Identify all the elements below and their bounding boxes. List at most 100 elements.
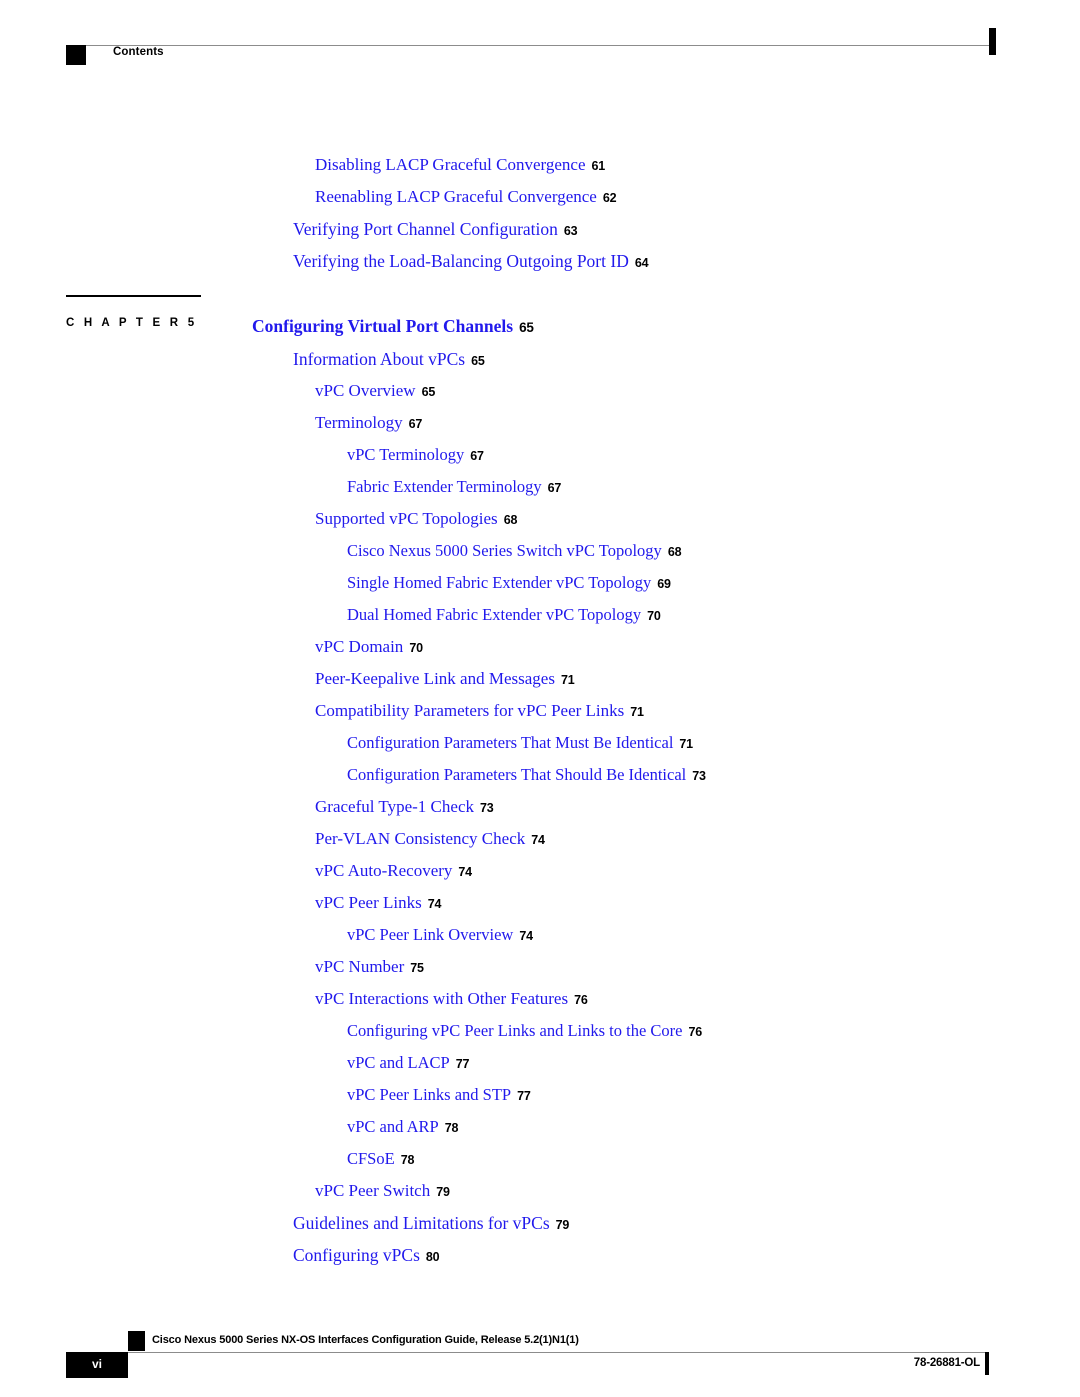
toc-entry[interactable]: Single Homed Fabric Extender vPC Topolog…	[347, 573, 671, 593]
toc-entry[interactable]: vPC Interactions with Other Features 76	[315, 989, 588, 1009]
toc-entry[interactable]: Peer-Keepalive Link and Messages 71	[315, 669, 575, 689]
chapter-rule	[66, 295, 201, 297]
toc-entry-page-number: 76	[574, 993, 588, 1007]
toc-entry[interactable]: Configuring vPCs 80	[293, 1245, 440, 1266]
toc-chapter-entry[interactable]: Configuring Virtual Port Channels 65	[252, 316, 534, 337]
toc-entry[interactable]: Fabric Extender Terminology 67	[347, 477, 561, 497]
toc-entry[interactable]: vPC Domain 70	[315, 637, 423, 657]
toc-entry-page-number: 65	[519, 320, 534, 335]
toc-entry-page-number: 80	[425, 1250, 440, 1264]
toc-entry-page-number: 74	[531, 833, 545, 847]
toc-entry-title[interactable]: Configuring vPCs	[293, 1245, 420, 1265]
toc-entry[interactable]: vPC Number 75	[315, 957, 424, 977]
toc-entry-title[interactable]: Cisco Nexus 5000 Series Switch vPC Topol…	[347, 541, 662, 560]
toc-entry-title[interactable]: vPC Domain	[315, 637, 403, 656]
toc-entry-page-number: 68	[667, 545, 682, 559]
toc-entry-page-number: 71	[630, 705, 644, 719]
toc-entry[interactable]: Verifying the Load-Balancing Outgoing Po…	[293, 251, 649, 272]
toc-entry[interactable]: vPC Overview 65	[315, 381, 435, 401]
toc-entry-title[interactable]: Disabling LACP Graceful Convergence	[315, 155, 586, 174]
toc-entry[interactable]: vPC Peer Switch 79	[315, 1181, 450, 1201]
toc-entry[interactable]: Disabling LACP Graceful Convergence 61	[315, 155, 605, 175]
toc-entry-title[interactable]: vPC Peer Links and STP	[347, 1085, 511, 1104]
toc-entry-page-number: 65	[421, 385, 436, 399]
toc-entry-page-number: 67	[408, 417, 423, 431]
toc-entry-title[interactable]: Configuring vPC Peer Links and Links to …	[347, 1021, 682, 1040]
toc-entry-title[interactable]: vPC Number	[315, 957, 404, 976]
toc-entry[interactable]: Information About vPCs 65	[293, 349, 485, 370]
toc-entry-page-number: 73	[692, 769, 706, 783]
toc-entry-title[interactable]: Information About vPCs	[293, 349, 465, 369]
toc-entry[interactable]: vPC Terminology 67	[347, 445, 484, 465]
toc-entry-title[interactable]: CFSoE	[347, 1149, 395, 1168]
toc-entry-page-number: 64	[634, 256, 649, 270]
toc-entry[interactable]: Compatibility Parameters for vPC Peer Li…	[315, 701, 644, 721]
toc-entry-page-number: 67	[470, 449, 484, 463]
toc-entry-page-number: 61	[591, 159, 606, 173]
toc-entry-page-number: 71	[679, 737, 693, 751]
toc-entry-page-number: 77	[455, 1057, 470, 1071]
toc-entry[interactable]: Guidelines and Limitations for vPCs 79	[293, 1213, 569, 1234]
toc-entry-title[interactable]: Verifying Port Channel Configuration	[293, 219, 558, 239]
chapter-label: C H A P T E R 5	[66, 317, 198, 329]
toc-entry[interactable]: vPC Peer Link Overview 74	[347, 925, 533, 945]
toc-entry-title[interactable]: Compatibility Parameters for vPC Peer Li…	[315, 701, 624, 720]
toc-entry-title[interactable]: Terminology	[315, 413, 403, 432]
toc-entry[interactable]: CFSoE 78	[347, 1149, 414, 1169]
toc-entry-page-number: 68	[503, 513, 518, 527]
toc-entry-title[interactable]: Graceful Type-1 Check	[315, 797, 474, 816]
toc-entry-page-number: 77	[517, 1089, 531, 1103]
toc-entry[interactable]: Dual Homed Fabric Extender vPC Topology 7…	[347, 605, 661, 625]
toc-entry[interactable]: Terminology 67	[315, 413, 422, 433]
toc-entry-title[interactable]: Dual Homed Fabric Extender vPC Topology	[347, 605, 641, 624]
footer-document-title: Cisco Nexus 5000 Series NX-OS Interfaces…	[152, 1334, 579, 1346]
toc-entry[interactable]: vPC and LACP 77	[347, 1053, 469, 1073]
toc-entry-title[interactable]: Configuration Parameters That Must Be Id…	[347, 733, 673, 752]
toc-entry[interactable]: Reenabling LACP Graceful Convergence 62	[315, 187, 617, 207]
toc-entry-title[interactable]: vPC Overview	[315, 381, 416, 400]
page-header: Contents	[0, 0, 1080, 90]
toc-entry-title[interactable]: Configuring Virtual Port Channels	[252, 316, 513, 336]
toc-entry-title[interactable]: Fabric Extender Terminology	[347, 477, 542, 496]
toc-entry-title[interactable]: Peer-Keepalive Link and Messages	[315, 669, 555, 688]
toc-entry-page-number: 76	[688, 1025, 702, 1039]
footer-marker-square-icon	[128, 1331, 145, 1351]
toc-entry-title[interactable]: vPC Auto-Recovery	[315, 861, 452, 880]
toc-entry[interactable]: vPC Peer Links 74	[315, 893, 441, 913]
toc-entry[interactable]: vPC and ARP 78	[347, 1117, 458, 1137]
toc-entry-title[interactable]: vPC Peer Link Overview	[347, 925, 513, 944]
toc-entry-page-number: 78	[400, 1153, 415, 1167]
toc-entry-title[interactable]: vPC Peer Links	[315, 893, 422, 912]
toc-entry[interactable]: Per-VLAN Consistency Check 74	[315, 829, 545, 849]
toc-entry-title[interactable]: Per-VLAN Consistency Check	[315, 829, 525, 848]
toc-entry-title[interactable]: Reenabling LACP Graceful Convergence	[315, 187, 597, 206]
toc-entry-title[interactable]: Configuration Parameters That Should Be …	[347, 765, 686, 784]
toc-entry[interactable]: Configuration Parameters That Should Be …	[347, 765, 706, 785]
toc-entry[interactable]: Verifying Port Channel Configuration 63	[293, 219, 578, 240]
toc-entry-title[interactable]: Single Homed Fabric Extender vPC Topolog…	[347, 573, 651, 592]
toc-entry[interactable]: vPC Auto-Recovery 74	[315, 861, 472, 881]
toc-entry[interactable]: vPC Peer Links and STP 77	[347, 1085, 531, 1105]
toc-entry-title[interactable]: vPC Interactions with Other Features	[315, 989, 568, 1008]
toc-entry-title[interactable]: Guidelines and Limitations for vPCs	[293, 1213, 550, 1233]
running-head-label: Contents	[113, 46, 164, 58]
toc-entry-page-number: 69	[657, 577, 671, 591]
toc-entry[interactable]: Cisco Nexus 5000 Series Switch vPC Topol…	[347, 541, 682, 561]
toc-entry[interactable]: Graceful Type-1 Check 73	[315, 797, 494, 817]
toc-entry-title[interactable]: Verifying the Load-Balancing Outgoing Po…	[293, 251, 629, 271]
toc-entry-page-number: 74	[458, 865, 472, 879]
toc-entry[interactable]: Configuration Parameters That Must Be Id…	[347, 733, 693, 753]
toc-entry[interactable]: Configuring vPC Peer Links and Links to …	[347, 1021, 702, 1041]
toc-entry-title[interactable]: vPC Peer Switch	[315, 1181, 430, 1200]
toc-entry-title[interactable]: vPC and LACP	[347, 1053, 450, 1072]
toc-entry-title[interactable]: vPC and ARP	[347, 1117, 439, 1136]
toc-entry-title[interactable]: vPC Terminology	[347, 445, 464, 464]
toc-entry-page-number: 79	[555, 1218, 570, 1232]
toc-entry-page-number: 78	[444, 1121, 459, 1135]
footer-edge-tab-marker	[985, 1352, 989, 1375]
toc-entry[interactable]: Supported vPC Topologies 68	[315, 509, 517, 529]
toc-entry-title[interactable]: Supported vPC Topologies	[315, 509, 498, 528]
header-edge-tab-marker	[989, 28, 996, 55]
footer-document-id: 78-26881-OL	[913, 1357, 980, 1369]
footer-page-number: vi	[91, 1357, 102, 1371]
